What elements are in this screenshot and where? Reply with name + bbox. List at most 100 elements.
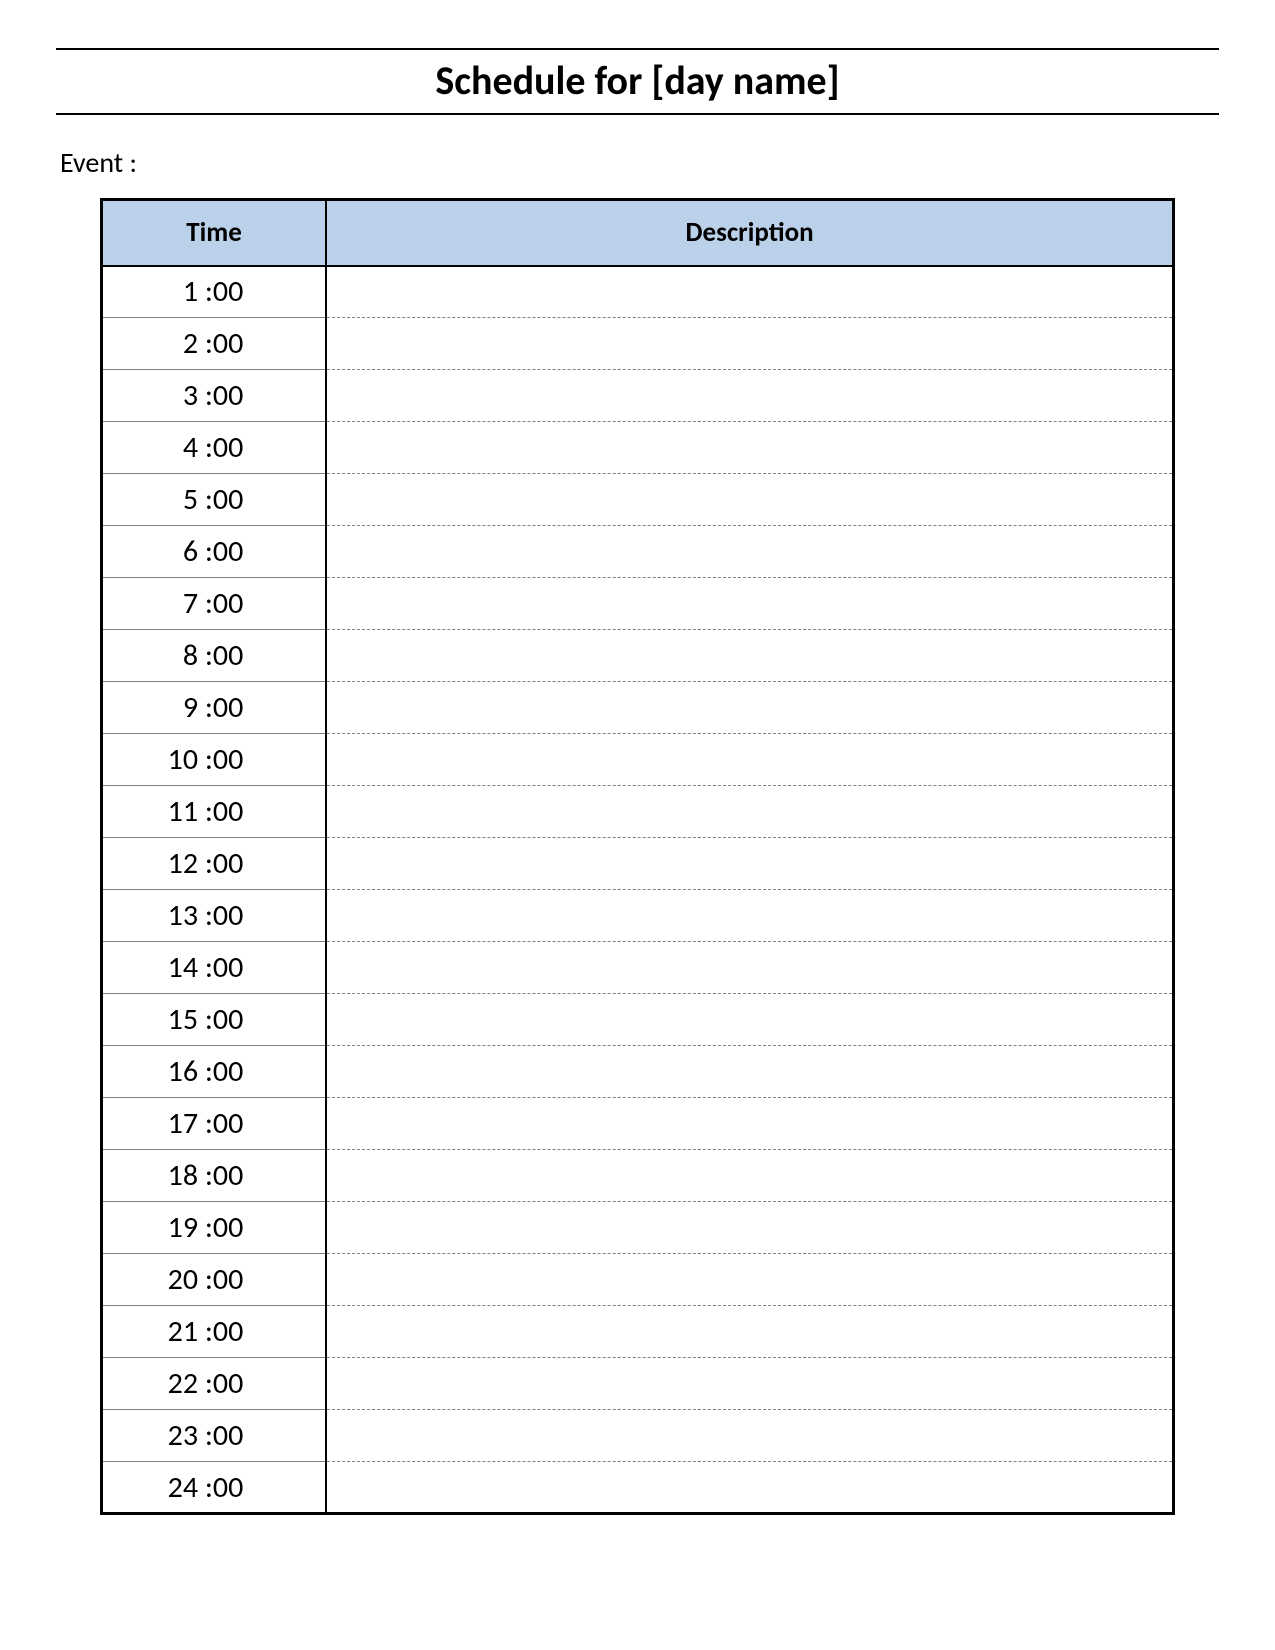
time-hour: 23 <box>154 1417 198 1454</box>
time-hour: 16 <box>154 1053 198 1090</box>
time-minutes: :00 <box>205 1157 243 1194</box>
time-cell: 10 :00 <box>102 734 327 786</box>
time-cell: 13 :00 <box>102 890 327 942</box>
description-cell <box>326 890 1173 942</box>
time-cell: 24 :00 <box>102 1462 327 1514</box>
time-hour: 7 <box>154 585 198 622</box>
description-cell <box>326 994 1173 1046</box>
table-row: 6 :00 <box>102 526 1174 578</box>
time-minutes: :00 <box>205 1105 243 1142</box>
time-hour: 19 <box>154 1209 198 1246</box>
time-hour: 1 <box>154 273 198 310</box>
time-minutes: :00 <box>205 273 243 310</box>
description-cell <box>326 630 1173 682</box>
time-cell: 4 :00 <box>102 422 327 474</box>
time-minutes: :00 <box>205 429 243 466</box>
description-cell <box>326 1150 1173 1202</box>
description-cell <box>326 1410 1173 1462</box>
description-cell <box>326 370 1173 422</box>
time-hour: 8 <box>154 637 198 674</box>
time-minutes: :00 <box>205 481 243 518</box>
time-minutes: :00 <box>205 1261 243 1298</box>
time-minutes: :00 <box>205 845 243 882</box>
table-row: 1 :00 <box>102 266 1174 318</box>
time-minutes: :00 <box>205 585 243 622</box>
time-cell: 16 :00 <box>102 1046 327 1098</box>
description-cell <box>326 526 1173 578</box>
description-cell <box>326 786 1173 838</box>
time-minutes: :00 <box>205 689 243 726</box>
time-hour: 20 <box>154 1261 198 1298</box>
table-row: 16 :00 <box>102 1046 1174 1098</box>
time-cell: 6 :00 <box>102 526 327 578</box>
description-cell <box>326 1046 1173 1098</box>
time-cell: 21 :00 <box>102 1306 327 1358</box>
time-hour: 9 <box>154 689 198 726</box>
time-hour: 11 <box>154 793 198 830</box>
table-row: 11 :00 <box>102 786 1174 838</box>
time-hour: 10 <box>154 741 198 778</box>
time-minutes: :00 <box>205 741 243 778</box>
time-cell: 3 :00 <box>102 370 327 422</box>
description-cell <box>326 1306 1173 1358</box>
time-cell: 8 :00 <box>102 630 327 682</box>
table-row: 22 :00 <box>102 1358 1174 1410</box>
time-hour: 6 <box>154 533 198 570</box>
description-cell <box>326 578 1173 630</box>
description-cell <box>326 1462 1173 1514</box>
time-hour: 14 <box>154 949 198 986</box>
event-label: Event : <box>60 145 1219 180</box>
description-cell <box>326 942 1173 994</box>
time-minutes: :00 <box>205 949 243 986</box>
time-minutes: :00 <box>205 377 243 414</box>
time-hour: 22 <box>154 1365 198 1402</box>
table-row: 13 :00 <box>102 890 1174 942</box>
column-header-time: Time <box>102 200 327 266</box>
time-hour: 3 <box>154 377 198 414</box>
table-row: 21 :00 <box>102 1306 1174 1358</box>
description-cell <box>326 474 1173 526</box>
table-row: 18 :00 <box>102 1150 1174 1202</box>
description-cell <box>326 1098 1173 1150</box>
time-cell: 1 :00 <box>102 266 327 318</box>
time-hour: 24 <box>154 1469 198 1506</box>
time-minutes: :00 <box>205 1001 243 1038</box>
description-cell <box>326 1202 1173 1254</box>
time-hour: 2 <box>154 325 198 362</box>
time-hour: 21 <box>154 1313 198 1350</box>
table-row: 19 :00 <box>102 1202 1174 1254</box>
time-cell: 5 :00 <box>102 474 327 526</box>
description-cell <box>326 734 1173 786</box>
time-cell: 18 :00 <box>102 1150 327 1202</box>
time-minutes: :00 <box>205 1209 243 1246</box>
time-minutes: :00 <box>205 1365 243 1402</box>
table-row: 23 :00 <box>102 1410 1174 1462</box>
page-title: Schedule for [day name] <box>435 56 839 105</box>
table-row: 20 :00 <box>102 1254 1174 1306</box>
time-hour: 12 <box>154 845 198 882</box>
table-row: 17 :00 <box>102 1098 1174 1150</box>
table-row: 12 :00 <box>102 838 1174 890</box>
table-header-row: Time Description <box>102 200 1174 266</box>
time-cell: 14 :00 <box>102 942 327 994</box>
table-row: 4 :00 <box>102 422 1174 474</box>
time-cell: 12 :00 <box>102 838 327 890</box>
time-minutes: :00 <box>205 325 243 362</box>
time-cell: 20 :00 <box>102 1254 327 1306</box>
table-row: 2 :00 <box>102 318 1174 370</box>
column-header-description: Description <box>326 200 1173 266</box>
table-row: 5 :00 <box>102 474 1174 526</box>
time-hour: 13 <box>154 897 198 934</box>
time-minutes: :00 <box>205 1313 243 1350</box>
time-minutes: :00 <box>205 1417 243 1454</box>
table-row: 8 :00 <box>102 630 1174 682</box>
time-cell: 9 :00 <box>102 682 327 734</box>
description-cell <box>326 422 1173 474</box>
time-cell: 22 :00 <box>102 1358 327 1410</box>
time-cell: 7 :00 <box>102 578 327 630</box>
time-hour: 4 <box>154 429 198 466</box>
description-cell <box>326 1358 1173 1410</box>
time-minutes: :00 <box>205 897 243 934</box>
time-cell: 23 :00 <box>102 1410 327 1462</box>
time-hour: 18 <box>154 1157 198 1194</box>
